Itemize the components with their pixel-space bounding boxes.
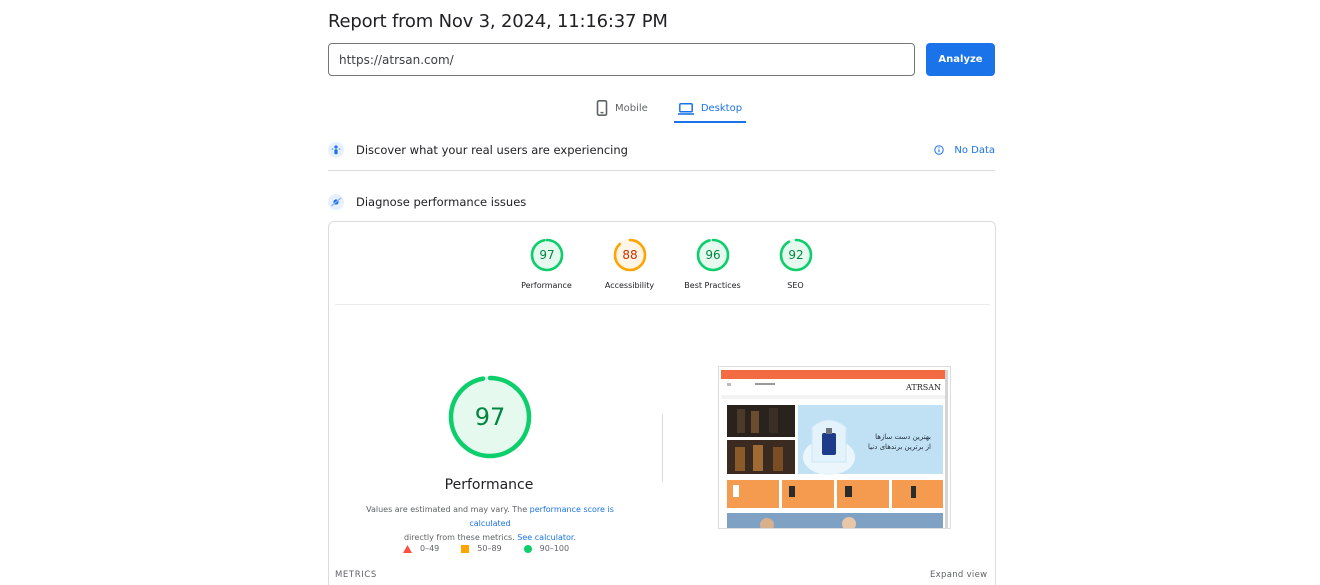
diagnose-section: Diagnose performance issues (328, 191, 995, 213)
gauge-score-value: 88 (622, 248, 637, 262)
legend-average: 50–89 (461, 544, 502, 553)
performance-big-gauge: 97 (448, 375, 532, 459)
report-title: Report from Nov 3, 2024, 11:16:37 PM (328, 11, 668, 32)
note-text: . (573, 533, 577, 542)
note-text: directly from these metrics. (403, 533, 518, 542)
metrics-label: METRICS (335, 570, 377, 580)
note-text: Values are estimated and may vary. The (366, 505, 530, 514)
gauge-best-practices[interactable]: 96 Best Practices (671, 237, 754, 290)
score-gauge-ring: 97 (530, 238, 563, 272)
gauge-score-value: 96 (705, 248, 720, 262)
score-gauge-ring: 96 (696, 238, 729, 272)
banner-line-2: از برترین برندهای دنیا (868, 443, 931, 451)
square-icon (461, 544, 470, 553)
score-gauges: 97 Performance 88 Accessibility 96 Best … (505, 237, 837, 290)
lighthouse-icon (328, 194, 344, 210)
no-data-status: No Data (934, 145, 995, 156)
tab-desktop-label: Desktop (700, 103, 743, 114)
device-tabs: Mobile Desktop (592, 96, 747, 124)
banner-line-1: بهترین دست سازها (875, 433, 931, 441)
gauge-score-value: 92 (788, 248, 803, 262)
crux-heading: Discover what your real users are experi… (356, 143, 628, 157)
section-divider (328, 170, 995, 171)
gauge-label: Performance (521, 281, 572, 290)
legend-range: 90–100 (539, 544, 570, 553)
gauge-accessibility[interactable]: 88 Accessibility (588, 237, 671, 290)
vertical-separator (662, 414, 663, 482)
diagnose-heading: Diagnose performance issues (356, 195, 527, 209)
laptop-icon (677, 102, 694, 115)
gauge-label: SEO (787, 281, 804, 290)
legend-range: 0–49 (420, 544, 440, 553)
gauge-label: Accessibility (604, 281, 655, 290)
info-icon (934, 145, 945, 155)
card-divider (335, 304, 990, 305)
legend-fail: 0–49 (403, 544, 439, 553)
triangle-icon (403, 544, 412, 553)
website-screenshot: ATRSAN بهترین دست سازها از برترین برندها… (719, 367, 950, 528)
analyze-button[interactable]: Analyze (926, 43, 995, 76)
gauge-score-value: 97 (539, 248, 554, 262)
gauge-score-value: 97 (475, 403, 506, 431)
score-gauge-ring: 92 (779, 238, 812, 272)
gauge-performance[interactable]: 97 Performance (505, 237, 588, 290)
users-icon (328, 142, 344, 158)
performance-title: Performance (444, 477, 534, 493)
no-data-label: No Data (954, 144, 995, 156)
performance-note: Values are estimated and may vary. The p… (349, 503, 631, 545)
score-legend: 0–49 50–89 90–100 (403, 544, 591, 553)
legend-pass: 90–100 (523, 544, 570, 553)
page-screenshot-thumbnail: ATRSAN بهترین دست سازها از برترین برندها… (718, 366, 951, 529)
website-logo-text: ATRSAN (905, 383, 941, 392)
tab-desktop[interactable]: Desktop (673, 96, 747, 123)
gauge-seo[interactable]: 92 SEO (754, 237, 837, 290)
tab-mobile-label: Mobile (615, 102, 648, 114)
circle-icon (523, 544, 532, 553)
expand-view-button[interactable]: Expand view (930, 570, 987, 580)
tab-mobile[interactable]: Mobile (592, 96, 652, 120)
phone-icon (596, 100, 608, 116)
see-calculator-link[interactable]: See calculator (517, 533, 573, 542)
lighthouse-report-card: 97 Performance 88 Accessibility 96 Best … (328, 221, 996, 585)
score-gauge-ring: 88 (613, 238, 646, 272)
gauge-label: Best Practices (684, 281, 741, 290)
legend-range: 50–89 (477, 544, 502, 553)
url-input[interactable] (328, 43, 915, 76)
crux-section: Discover what your real users are experi… (328, 139, 995, 161)
